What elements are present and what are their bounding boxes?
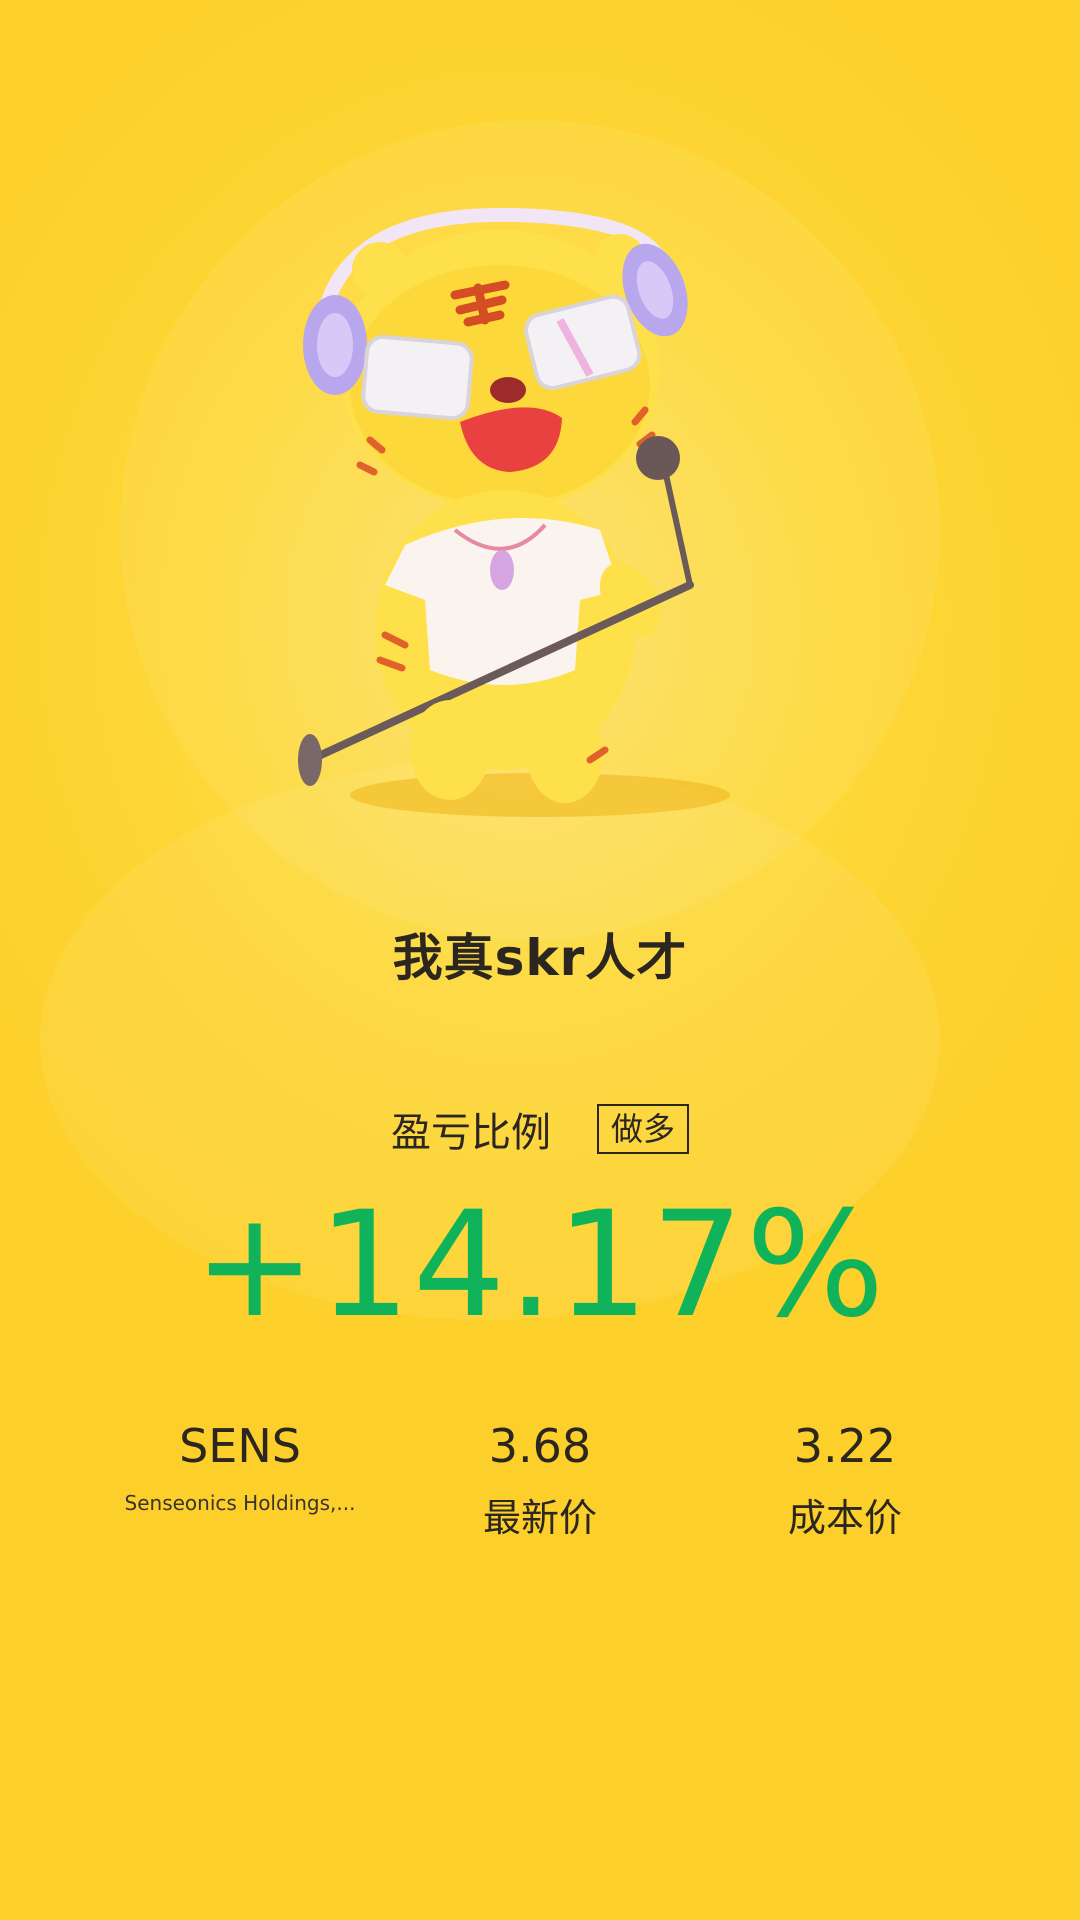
- latest-price-label: 最新价: [482, 1496, 597, 1540]
- cost-price-label: 成本价: [787, 1496, 902, 1540]
- pnl-ratio-label: 盈亏比例: [390, 1110, 551, 1156]
- pnl-ratio-value: +14.17%: [193, 1180, 887, 1350]
- stat-cost-price: 3.22 成本价: [695, 1415, 995, 1542]
- stat-symbol: SENS Senseonics Holdings,...: [90, 1415, 390, 1515]
- cost-price-value: 3.22: [793, 1419, 897, 1473]
- page-title: 我真skr人才: [392, 929, 688, 987]
- position-stats: SENS Senseonics Holdings,... 3.68 最新价 3.…: [0, 1415, 1080, 1555]
- stock-ticker: SENS: [179, 1419, 301, 1473]
- stat-latest-price: 3.68 最新价: [390, 1415, 690, 1542]
- pnl-ratio-header: 盈亏比例 做多: [0, 1100, 1080, 1158]
- tiger-mascot-icon: [298, 207, 730, 817]
- position-direction-badge: 做多: [596, 1104, 689, 1154]
- stock-name: Senseonics Holdings,...: [124, 1491, 356, 1515]
- latest-price-value: 3.68: [488, 1419, 592, 1473]
